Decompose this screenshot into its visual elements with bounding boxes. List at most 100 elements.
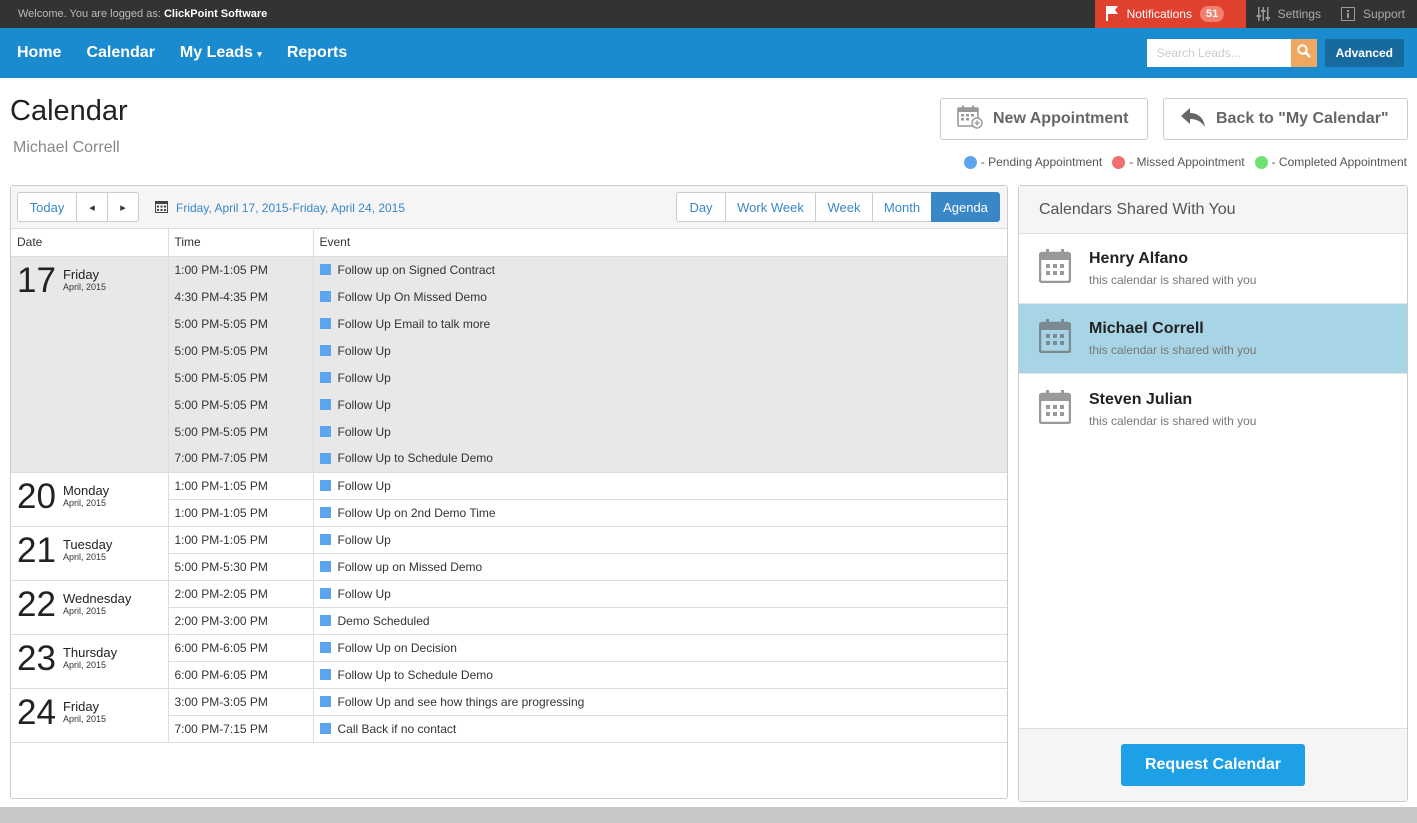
agenda-row[interactable]: 21 Tuesday April, 2015 1:00 PM-1:05 PM Fol… xyxy=(11,526,1007,581)
event-cell[interactable]: Call Back if no contact xyxy=(313,714,1007,743)
event-cell[interactable]: Follow Up on Decision xyxy=(313,634,1007,661)
date-range-label: Friday, April 17, 2015-Friday, April 24,… xyxy=(176,201,406,215)
time-cell: 4:30 PM-4:35 PM xyxy=(168,283,314,310)
date-range[interactable]: Friday, April 17, 2015-Friday, April 24,… xyxy=(155,200,405,216)
event-cell[interactable]: Follow Up xyxy=(313,391,1007,418)
notifications-count-badge: 51 xyxy=(1199,6,1225,22)
day-number: 22 xyxy=(17,584,56,624)
agenda-row[interactable]: 22 Wednesday April, 2015 2:00 PM-2:05 PM F… xyxy=(11,580,1007,635)
event-title: Follow up on Signed Contract xyxy=(337,262,495,277)
prev-button[interactable]: ◂ xyxy=(76,192,108,222)
legend-completed: - Completed Appointment xyxy=(1254,155,1407,169)
agenda-row[interactable]: 24 Friday April, 2015 3:00 PM-3:05 PM Foll… xyxy=(11,688,1007,743)
calendar-add-icon xyxy=(957,105,983,134)
agenda-row[interactable]: 23 Thursday April, 2015 6:00 PM-6:05 PM Fo… xyxy=(11,634,1007,689)
event-cell[interactable]: Follow up on Signed Contract xyxy=(313,256,1007,283)
event-cell[interactable]: Follow Up xyxy=(313,418,1007,445)
day-name: Thursday xyxy=(62,644,118,660)
appointment-legend: - Pending Appointment - Missed Appointme… xyxy=(963,155,1407,169)
pending-status-marker xyxy=(319,696,331,707)
top-bar: Welcome. You are logged as: ClickPoint S… xyxy=(0,0,1417,28)
pending-status-marker xyxy=(319,372,331,383)
day-number: 24 xyxy=(17,692,56,732)
agenda-row[interactable]: 17 Friday April, 2015 1:00 PM-1:05 PM Foll… xyxy=(11,256,1007,473)
shared-calendar-name: Steven Julian xyxy=(1089,390,1193,408)
new-appointment-button[interactable]: New Appointment xyxy=(940,98,1148,140)
today-button[interactable]: Today xyxy=(17,192,77,222)
calendar-icon xyxy=(1038,249,1072,288)
caret-down-icon: ▾ xyxy=(257,49,262,59)
nav-reports[interactable]: Reports xyxy=(287,44,347,62)
event-cell[interactable]: Follow Up and see how things are progres… xyxy=(313,688,1007,715)
day-name: Tuesday xyxy=(62,536,113,552)
time-cell: 5:00 PM-5:05 PM xyxy=(168,310,314,337)
shared-calendar-name: Michael Correll xyxy=(1089,320,1204,337)
event-title: Follow Up xyxy=(337,478,391,493)
shared-calendar-henry-alfano[interactable]: Henry Alfano this calendar is shared wit… xyxy=(1019,234,1407,304)
event-cell[interactable]: Follow Up to Schedule Demo xyxy=(313,445,1007,473)
event-title: Follow Up xyxy=(337,370,391,385)
event-cell[interactable]: Demo Scheduled xyxy=(313,606,1007,635)
main-nav: Home Calendar My Leads ▾ Reports Advance… xyxy=(0,28,1417,78)
view-week-button[interactable]: Week xyxy=(815,192,873,222)
time-cell: 5:00 PM-5:05 PM xyxy=(168,391,314,418)
event-title: Follow Up to Schedule Demo xyxy=(337,451,493,466)
nav-home[interactable]: Home xyxy=(17,44,61,62)
time-cell: 5:00 PM-5:30 PM xyxy=(168,552,314,581)
legend-missed: - Missed Appointment xyxy=(1112,155,1245,169)
agenda-day-24: 24 Friday April, 2015 3:00 PM-3:05 PM Foll… xyxy=(11,688,1007,743)
agenda-day-23: 23 Thursday April, 2015 6:00 PM-6:05 PM Fo… xyxy=(11,634,1007,689)
view-work-week-button[interactable]: Work Week xyxy=(725,192,816,222)
back-to-my-calendar-label: Back to "My Calendar" xyxy=(1216,110,1389,127)
event-title: Follow up on Missed Demo xyxy=(337,559,483,574)
shared-calendar-desc: this calendar is shared with you xyxy=(1089,413,1257,428)
back-to-my-calendar-button[interactable]: Back to "My Calendar" xyxy=(1163,98,1408,140)
shared-calendar-steven-julian[interactable]: Steven Julian this calendar is shared wi… xyxy=(1019,374,1407,444)
search-leads-input[interactable] xyxy=(1146,39,1291,67)
pending-status-marker xyxy=(319,669,331,680)
shared-calendar-michael-correll[interactable]: Michael Correll this calendar is shared … xyxy=(1019,304,1407,374)
view-month-button[interactable]: Month xyxy=(872,192,932,222)
event-cell[interactable]: Follow Up xyxy=(313,472,1007,499)
event-cell[interactable]: Follow Up xyxy=(313,526,1007,553)
new-appointment-label: New Appointment xyxy=(993,110,1129,127)
view-agenda-button[interactable]: Agenda xyxy=(931,192,1000,222)
event-title: Follow Up xyxy=(337,343,391,358)
event-cell[interactable]: Follow Up to Schedule Demo xyxy=(313,660,1007,689)
event-cell[interactable]: Follow Up On Missed Demo xyxy=(313,283,1007,310)
event-title: Follow Up on 2nd Demo Time xyxy=(337,505,496,520)
notifications-button[interactable]: Notifications 51 xyxy=(1094,0,1246,28)
calendar-panel: Today ◂ ▸ Friday, April 17, 2015-Friday,… xyxy=(10,185,1008,799)
day-month: April, 2015 xyxy=(62,713,106,724)
search-button[interactable] xyxy=(1290,39,1317,67)
event-cell[interactable]: Follow Up xyxy=(313,364,1007,391)
agenda-header-row: Date Time Event xyxy=(11,229,1007,257)
view-day-button[interactable]: Day xyxy=(676,192,726,222)
event-cell[interactable]: Follow Up Email to talk more xyxy=(313,310,1007,337)
reply-arrow-icon xyxy=(1180,106,1206,133)
date-cell: 17 Friday April, 2015 xyxy=(11,256,169,473)
agenda-row[interactable]: 20 Monday April, 2015 1:00 PM-1:05 PM Foll… xyxy=(11,472,1007,527)
settings-label: Settings xyxy=(1277,7,1321,21)
settings-link[interactable]: Settings xyxy=(1246,0,1331,28)
support-link[interactable]: Support xyxy=(1331,0,1417,28)
day-number: 17 xyxy=(17,260,56,300)
event-cell[interactable]: Follow Up xyxy=(313,337,1007,364)
calendar-icon xyxy=(155,200,168,216)
event-cell[interactable]: Follow Up on 2nd Demo Time xyxy=(313,498,1007,527)
nav-my-leads[interactable]: My Leads ▾ xyxy=(180,44,262,62)
shared-calendar-desc: this calendar is shared with you xyxy=(1089,343,1257,357)
advanced-search-button[interactable]: Advanced xyxy=(1324,39,1404,67)
event-cell[interactable]: Follow up on Missed Demo xyxy=(313,552,1007,581)
day-month: April, 2015 xyxy=(62,497,106,508)
next-button[interactable]: ▸ xyxy=(107,192,139,222)
navigation-button-group: Today ◂ ▸ xyxy=(17,192,139,222)
page-header: Calendar Michael Correll New Appointment… xyxy=(0,78,1417,186)
event-cell[interactable]: Follow Up xyxy=(313,580,1007,607)
time-cell: 1:00 PM-1:05 PM xyxy=(168,526,314,553)
nav-calendar[interactable]: Calendar xyxy=(86,44,154,62)
legend-pending: - Pending Appointment xyxy=(963,155,1102,169)
time-cell: 3:00 PM-3:05 PM xyxy=(168,688,314,715)
request-calendar-button[interactable]: Request Calendar xyxy=(1121,744,1305,786)
agenda-table: Date Time Event 17 Friday April, 2015 1:00… xyxy=(11,229,1007,743)
